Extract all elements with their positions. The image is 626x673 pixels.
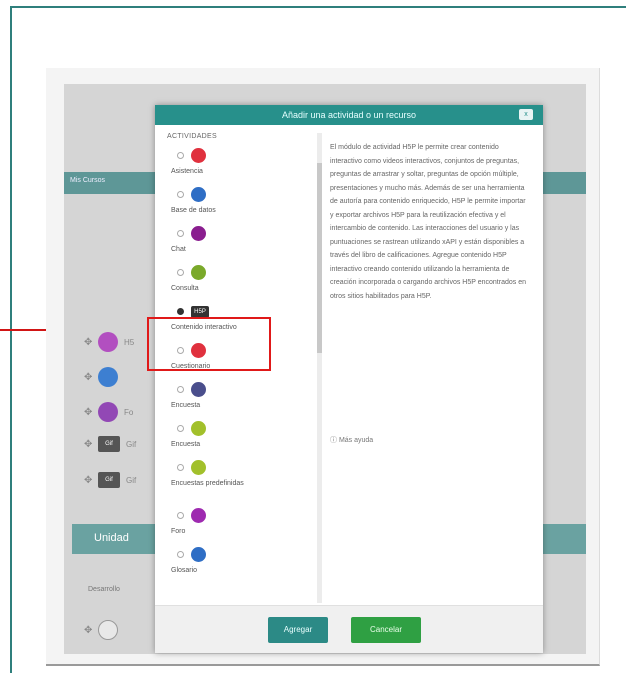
activity-option-asistencia[interactable]: Asistencia xyxy=(163,146,315,185)
activity-label: Encuesta xyxy=(171,441,201,448)
activity-label: Chat xyxy=(171,246,186,253)
bg-row-label: Gif xyxy=(126,475,137,485)
radio-button[interactable] xyxy=(177,512,184,519)
move-icon: ✥ xyxy=(84,406,93,418)
chat-icon xyxy=(191,226,206,241)
activity-label: Encuestas predefinidas xyxy=(171,480,244,487)
gif-icon: Gif xyxy=(98,472,120,488)
radio-button[interactable] xyxy=(177,269,184,276)
move-icon: ✥ xyxy=(84,371,93,383)
feedback-icon xyxy=(191,382,206,397)
bg-activity-row[interactable]: ✥ xyxy=(84,620,118,640)
circle-icon xyxy=(98,367,118,387)
list-scrollbar[interactable] xyxy=(317,133,322,603)
activity-option-encuesta-2[interactable]: Encuesta xyxy=(163,419,315,458)
choice-icon xyxy=(191,265,206,280)
envelope-icon xyxy=(98,620,118,640)
glossary-icon xyxy=(191,547,206,562)
database-icon xyxy=(191,187,206,202)
radio-button[interactable] xyxy=(177,551,184,558)
forum-icon xyxy=(191,508,206,523)
help-icon: ⓘ xyxy=(330,437,337,444)
survey-icon xyxy=(191,421,206,436)
radio-button-selected[interactable] xyxy=(177,308,184,315)
bg-row-label: Gif xyxy=(126,439,137,449)
move-icon: ✥ xyxy=(84,474,93,486)
more-help-label: Más ayuda xyxy=(338,437,374,444)
radio-button[interactable] xyxy=(177,425,184,432)
unit-subtitle: Desarrollo xyxy=(88,586,120,593)
unit-heading: Unidad xyxy=(94,532,129,544)
bg-activity-row[interactable]: ✥ Fo xyxy=(84,402,133,422)
bg-row-label: H5 xyxy=(124,337,135,347)
activity-option-chat[interactable]: Chat xyxy=(163,224,315,263)
bg-activity-row[interactable]: ✥ H5 xyxy=(84,332,134,352)
activity-label: Foro xyxy=(171,528,186,535)
survey-icon xyxy=(191,460,206,475)
activity-option-base-de-datos[interactable]: Base de datos xyxy=(163,185,315,224)
activity-option-encuesta[interactable]: Encuesta xyxy=(163,380,315,419)
gif-icon: Gif xyxy=(98,436,120,452)
cancel-button[interactable]: Cancelar xyxy=(351,617,421,643)
bg-activity-row[interactable]: ✥ Gif Gif xyxy=(84,436,136,452)
radio-button[interactable] xyxy=(177,152,184,159)
bg-activity-row[interactable]: ✥ Gif Gif xyxy=(84,472,136,488)
activity-label: Asistencia xyxy=(171,168,203,175)
activity-label: Glosario xyxy=(171,567,198,574)
activity-label: Base de datos xyxy=(171,207,216,214)
activity-option-consulta[interactable]: Consulta xyxy=(163,263,315,302)
radio-button[interactable] xyxy=(177,386,184,393)
move-icon: ✥ xyxy=(84,336,93,348)
activity-option-encuestas-predefinidas[interactable]: Encuestas predefinidas xyxy=(163,458,315,506)
breadcrumb[interactable]: Mis Cursos xyxy=(70,177,105,184)
list-caption: ACTIVIDADES xyxy=(167,133,217,140)
radio-button[interactable] xyxy=(177,191,184,198)
close-button[interactable]: x xyxy=(519,109,533,120)
more-help-link[interactable]: ⓘ Más ayuda xyxy=(330,435,373,445)
dialog-footer: Agregar Cancelar xyxy=(155,605,543,653)
move-icon: ✥ xyxy=(84,438,93,450)
radio-button[interactable] xyxy=(177,230,184,237)
attendance-icon xyxy=(191,148,206,163)
activity-description: El módulo de actividad H5P le permite cr… xyxy=(330,144,526,300)
highlight-box xyxy=(147,317,271,371)
scrollbar-thumb[interactable] xyxy=(317,163,322,353)
radio-button[interactable] xyxy=(177,464,184,471)
activity-label: Encuesta xyxy=(171,402,201,409)
activity-option-foro[interactable]: Foro xyxy=(163,506,315,545)
activity-option-glosario[interactable]: Glosario xyxy=(163,545,315,584)
h5p-icon xyxy=(98,332,118,352)
move-icon: ✥ xyxy=(84,624,93,636)
activity-chooser-dialog: Añadir una actividad o un recurso x ACTI… xyxy=(155,105,543,653)
bg-row-label: Fo xyxy=(124,407,134,417)
add-button[interactable]: Agregar xyxy=(268,617,328,643)
dialog-title: Añadir una actividad o un recurso xyxy=(155,105,543,125)
circle-icon xyxy=(98,402,118,422)
bg-activity-row[interactable]: ✥ xyxy=(84,367,118,387)
activity-label: Consulta xyxy=(171,285,199,292)
